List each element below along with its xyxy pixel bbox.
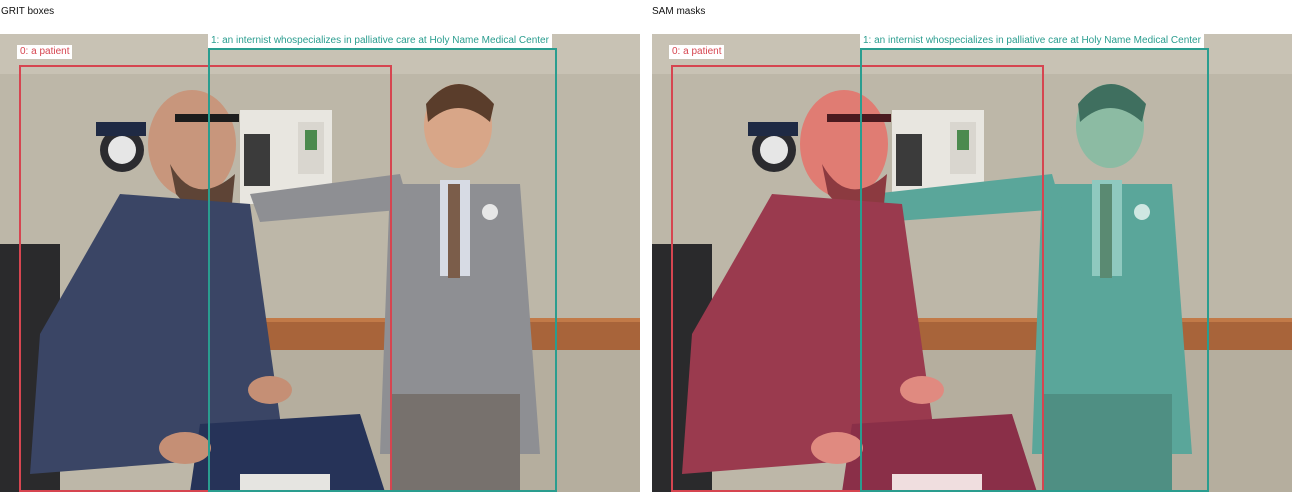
mask-label-patient: 0: a patient (669, 45, 725, 59)
left-panel-title: GRIT boxes (1, 6, 55, 17)
mask-label-internist: 1: an internist whospecializes in pallia… (860, 34, 1204, 48)
right-photo: 0: a patient 1: an internist whospeciali… (652, 34, 1292, 492)
label-patient: 0: a patient (17, 45, 73, 59)
left-photo: 0: a patient 1: an internist whospeciali… (0, 34, 640, 492)
label-internist: 1: an internist whospecializes in pallia… (208, 34, 552, 48)
right-panel-title: SAM masks (652, 6, 706, 17)
